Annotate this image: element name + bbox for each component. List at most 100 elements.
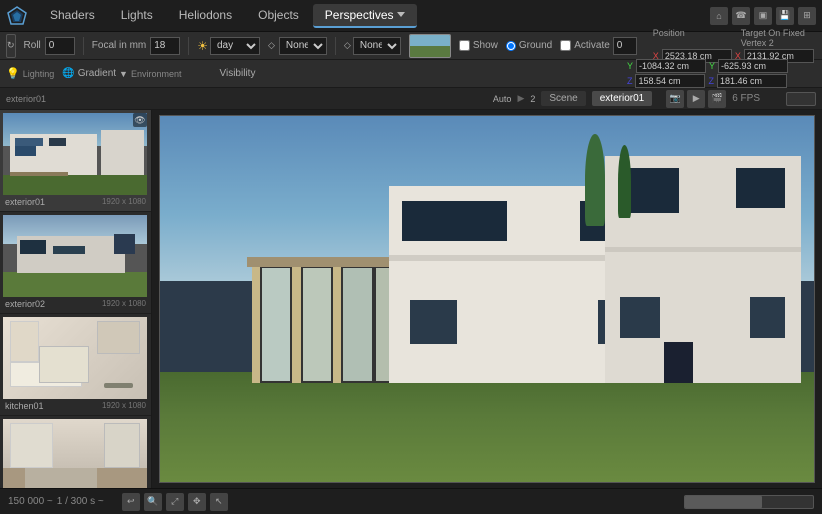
activate-label: Activate — [574, 40, 610, 51]
phone-icon[interactable]: ☎ — [732, 7, 750, 25]
show-group: Show — [459, 40, 498, 51]
thumbnail-preview-exterior02 — [3, 215, 147, 297]
position-header: Position — [653, 28, 733, 48]
house-right — [605, 156, 801, 383]
none-group1: ◇ None — [268, 37, 336, 55]
y-pos-input[interactable] — [636, 59, 706, 73]
app-logo-icon — [6, 5, 28, 27]
none-icon2: ◇ — [344, 40, 351, 51]
yz-position-group: Y Y Z Z — [627, 59, 788, 88]
focal-group: Focal in mm — [92, 37, 189, 55]
time-group: ☀ day — [197, 37, 260, 55]
toolbar-row2: 💡 Lighting 🌐 Gradient ▼ Environment Visi… — [0, 60, 822, 88]
grid-icon[interactable]: ⊞ — [798, 7, 816, 25]
y-label: Y — [627, 61, 633, 71]
zoom-icon[interactable]: 🔍 — [144, 493, 162, 511]
thumb-eye-icon: 👁 — [133, 113, 147, 127]
camera-tab[interactable]: exterior01 — [592, 91, 652, 106]
thumbnail-panel: exterior01 1920 x 1080 👁 exterior02 1920… — [0, 110, 152, 488]
nav-icons: ↩ 🔍 ⤢ ✥ ↖ — [122, 493, 228, 511]
tab-lights[interactable]: Lights — [109, 4, 165, 28]
env-icon: 🌐 — [62, 68, 74, 79]
camera-name-label: exterior01 — [6, 94, 46, 104]
z-target-label: Z — [708, 76, 714, 86]
ground-radio[interactable] — [506, 41, 516, 51]
activate-checkbox[interactable] — [560, 40, 571, 51]
target-header: Target On Fixed Vertex 2 — [741, 28, 822, 48]
z-pos-input[interactable] — [635, 74, 705, 88]
sun-icon: ☀ — [197, 39, 208, 53]
y-target-label: Y — [709, 61, 715, 71]
viewport-icons: 📷 ▶ 🎬 — [666, 90, 726, 108]
none-select2[interactable]: None — [353, 37, 401, 55]
tab-shaders[interactable]: Shaders — [38, 4, 107, 28]
scene-tab[interactable]: Scene — [541, 91, 585, 106]
z-label: Z — [627, 76, 633, 86]
render-icon[interactable]: ▶ — [687, 90, 705, 108]
lighting-group: 💡 Lighting — [6, 67, 54, 80]
perspectives-dropdown-arrow — [397, 12, 405, 17]
activate-group: Activate — [560, 37, 637, 55]
right-value: 1 / 300 s ~ — [57, 496, 104, 507]
environment-group: 🌐 Gradient ▼ Environment — [62, 68, 181, 79]
visibility-label: Visibility — [220, 68, 256, 79]
activate-input[interactable] — [613, 37, 637, 55]
roll-group: Roll — [24, 37, 84, 55]
tree1 — [585, 134, 605, 226]
roll-control: ↻ — [6, 34, 16, 58]
thumbnail-preview-kitchen01-1 — [3, 419, 147, 488]
env-dropdown-arrow: ▼ — [119, 69, 128, 79]
none-select1[interactable]: None — [279, 37, 327, 55]
lighting-label: Lighting — [23, 68, 55, 79]
film-icon[interactable]: 🎬 — [708, 90, 726, 108]
position-group: Position Target On Fixed Vertex 2 X X — [653, 28, 822, 63]
roll-label: Roll — [24, 40, 41, 51]
lighting-icon: 💡 — [6, 67, 20, 80]
thumbnail-label-kitchen01: kitchen01 1920 x 1080 — [3, 399, 148, 412]
tab-heliodons[interactable]: Heliodons — [167, 4, 244, 28]
thumbnail-preview-exterior01 — [3, 113, 147, 195]
roll-input[interactable] — [45, 37, 75, 55]
thumbnail-label-exterior01: exterior01 1920 x 1080 — [3, 195, 148, 208]
ground-label: Ground — [519, 40, 552, 51]
focal-label: Focal in mm — [92, 40, 146, 51]
toolbar-row1: ↻ Roll Focal in mm ☀ day ◇ None ◇ None S… — [0, 32, 822, 60]
pan-icon[interactable]: ✥ — [188, 493, 206, 511]
menu-icons-right: ⌂ ☎ ▣ 💾 ⊞ — [710, 7, 816, 25]
tab-objects[interactable]: Objects — [246, 4, 311, 28]
thumbnail-item-exterior02[interactable]: exterior02 1920 x 1080 — [0, 212, 151, 314]
thumbnail-label-exterior02: exterior02 1920 x 1080 — [3, 297, 148, 310]
show-checkbox[interactable] — [459, 40, 470, 51]
gradient-label: Gradient — [78, 68, 116, 79]
none-icon1: ◇ — [268, 40, 275, 51]
scene-bar: exterior01 Auto ▶ 2 Scene exterior01 📷 ▶… — [0, 88, 822, 110]
back-icon[interactable]: ↩ — [122, 493, 140, 511]
none-group2: ◇ None — [344, 37, 401, 55]
menu-tabs: Shaders Lights Heliodons Objects Perspec… — [38, 4, 710, 28]
z-target-input[interactable] — [717, 74, 787, 88]
thumbnail-item-kitchen01[interactable]: kitchen01 1920 x 1080 — [0, 314, 151, 416]
tree2 — [618, 145, 631, 218]
left-value: 150 000 ~ — [8, 496, 53, 507]
env-thumbnail — [409, 34, 451, 58]
tab-perspectives[interactable]: Perspectives — [313, 4, 417, 28]
fps-label: 6 FPS — [732, 93, 760, 104]
thumbnail-preview-kitchen01 — [3, 317, 147, 399]
status-bar: 150 000 ~ 1 / 300 s ~ ↩ 🔍 ⤢ ✥ ↖ — [0, 488, 822, 514]
scene-ground — [160, 372, 814, 482]
thumbnail-item-exterior01[interactable]: exterior01 1920 x 1080 👁 — [0, 110, 151, 212]
save-icon[interactable]: 💾 — [776, 7, 794, 25]
expand-icon[interactable]: ⤢ — [166, 493, 184, 511]
focal-input[interactable] — [150, 37, 180, 55]
numbers-label: 2 — [530, 94, 535, 104]
thumbnail-item-kitchen01-1[interactable]: kitchen01_1 1920 x 1080 — [0, 416, 151, 488]
y-target-input[interactable] — [718, 59, 788, 73]
show-label: Show — [473, 40, 498, 51]
home-icon[interactable]: ⌂ — [710, 7, 728, 25]
camera-icon[interactable]: 📷 — [666, 90, 684, 108]
window-icon[interactable]: ▣ — [754, 7, 772, 25]
visibility-group: Visibility — [220, 68, 256, 79]
time-select[interactable]: day — [210, 37, 260, 55]
ground-group: Ground — [506, 40, 552, 51]
select-icon[interactable]: ↖ — [210, 493, 228, 511]
